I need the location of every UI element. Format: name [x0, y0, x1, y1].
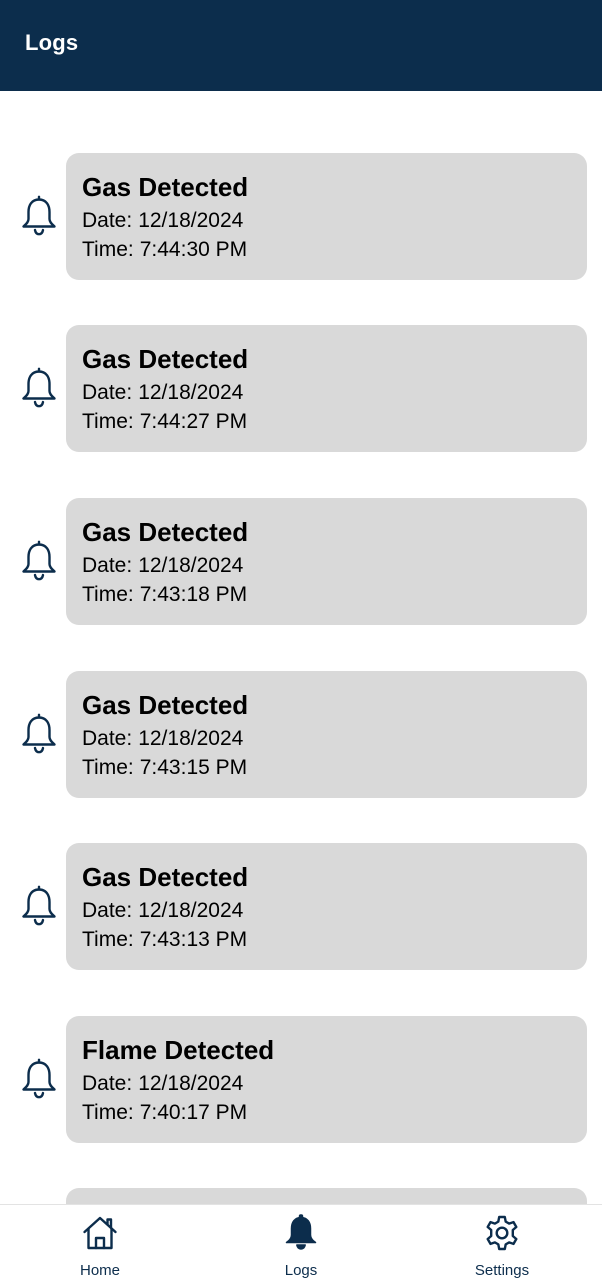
log-date-value: 12/18/2024: [138, 554, 244, 577]
bell-filled-icon: [282, 1214, 320, 1252]
log-card[interactable]: Gas Detected Date: 12/18/2024 Time: 7:44:2…: [66, 325, 587, 452]
log-time: Time: 7:40:17 PM: [82, 1101, 247, 1125]
log-title: Gas Detected: [82, 517, 249, 547]
log-item[interactable]: Gas Detected Date: 12/18/2024 Time: 7:43:1…: [0, 671, 602, 798]
log-title: Gas Detected: [82, 172, 249, 202]
log-time: Time: 7:43:15 PM: [82, 756, 247, 780]
log-time: Time: 7:43:18 PM: [82, 583, 247, 607]
log-time: Time: 7:44:30 PM: [82, 238, 247, 262]
nav-item-logs[interactable]: Logs: [201, 1205, 401, 1281]
log-time-value: 7:40:17 PM: [139, 1101, 248, 1124]
log-time-value: 7:43:18 PM: [139, 583, 248, 606]
log-item[interactable]: Gas Detected Date: 12/18/2024 Time: 7:43:1…: [0, 498, 602, 625]
gear-icon: [483, 1214, 521, 1252]
log-date-label: Date:: [82, 1072, 133, 1095]
log-item[interactable]: Gas Detected Date: 12/18/2024 Time: 7:43:1…: [0, 843, 602, 970]
log-card[interactable]: [66, 1188, 587, 1204]
log-date: Date: 12/18/2024: [82, 554, 243, 578]
log-date-label: Date:: [82, 899, 133, 922]
log-time: Time: 7:43:13 PM: [82, 928, 247, 952]
log-card[interactable]: Gas Detected Date: 12/18/2024 Time: 7:43:1…: [66, 671, 587, 798]
log-time-value: 7:43:15 PM: [139, 756, 248, 779]
log-date-value: 12/18/2024: [138, 1072, 244, 1095]
bottom-navigation: Home Logs Settings: [0, 1204, 602, 1280]
log-title: Flame Detected: [82, 1035, 275, 1065]
bell-outline-icon: [20, 195, 58, 237]
log-time-label: Time:: [82, 756, 134, 779]
log-date: Date: 12/18/2024: [82, 899, 243, 923]
log-card[interactable]: Gas Detected Date: 12/18/2024 Time: 7:43:1…: [66, 843, 587, 970]
log-date-label: Date:: [82, 381, 133, 404]
log-time-value: 7:44:27 PM: [139, 410, 248, 433]
log-item[interactable]: Gas Detected Date: 12/18/2024 Time: 7:44:3…: [0, 153, 602, 280]
log-date: Date: 12/18/2024: [82, 381, 243, 405]
bell-outline-icon: [20, 1058, 58, 1100]
log-list[interactable]: Gas Detected Date: 12/18/2024 Time: 7:44:3…: [0, 91, 602, 1204]
log-item[interactable]: Gas Detected Date: 12/18/2024 Time: 7:44:2…: [0, 325, 602, 452]
log-date-value: 12/18/2024: [138, 727, 244, 750]
log-card[interactable]: Flame Detected Date: 12/18/2024 Time: 7:40…: [66, 1016, 587, 1143]
nav-item-settings[interactable]: Settings: [402, 1205, 602, 1281]
log-item[interactable]: [0, 1188, 602, 1204]
log-date: Date: 12/18/2024: [82, 209, 243, 233]
home-icon: [81, 1214, 119, 1252]
log-item[interactable]: Flame Detected Date: 12/18/2024 Time: 7:40…: [0, 1016, 602, 1143]
log-title: Gas Detected: [82, 690, 249, 720]
log-title: Gas Detected: [82, 344, 249, 374]
nav-label-home: Home: [79, 1262, 120, 1279]
log-time-label: Time:: [82, 928, 134, 951]
log-time-label: Time:: [82, 238, 134, 261]
log-date-value: 12/18/2024: [138, 209, 244, 232]
log-date-value: 12/18/2024: [138, 899, 244, 922]
bell-outline-icon: [20, 885, 58, 927]
nav-label-logs: Logs: [284, 1262, 318, 1279]
log-date: Date: 12/18/2024: [82, 727, 243, 751]
log-time-label: Time:: [82, 410, 134, 433]
bell-outline-icon: [20, 540, 58, 582]
bell-outline-icon: [20, 713, 58, 755]
log-date-label: Date:: [82, 209, 133, 232]
nav-item-home[interactable]: Home: [0, 1205, 200, 1281]
page-title: Logs: [25, 30, 79, 55]
log-time-value: 7:43:13 PM: [139, 928, 248, 951]
log-title: Gas Detected: [82, 862, 249, 892]
log-time: Time: 7:44:27 PM: [82, 410, 247, 434]
log-time-label: Time:: [82, 583, 134, 606]
bell-outline-icon: [20, 367, 58, 409]
log-card[interactable]: Gas Detected Date: 12/18/2024 Time: 7:44:3…: [66, 153, 587, 280]
log-date-label: Date:: [82, 554, 133, 577]
log-time-label: Time:: [82, 1101, 134, 1124]
log-date-value: 12/18/2024: [138, 381, 244, 404]
log-card[interactable]: Gas Detected Date: 12/18/2024 Time: 7:43:1…: [66, 498, 587, 625]
log-date: Date: 12/18/2024: [82, 1072, 243, 1096]
app-bar: Logs: [0, 0, 602, 91]
log-time-value: 7:44:30 PM: [139, 238, 248, 261]
log-date-label: Date:: [82, 727, 133, 750]
nav-label-settings: Settings: [474, 1262, 530, 1279]
